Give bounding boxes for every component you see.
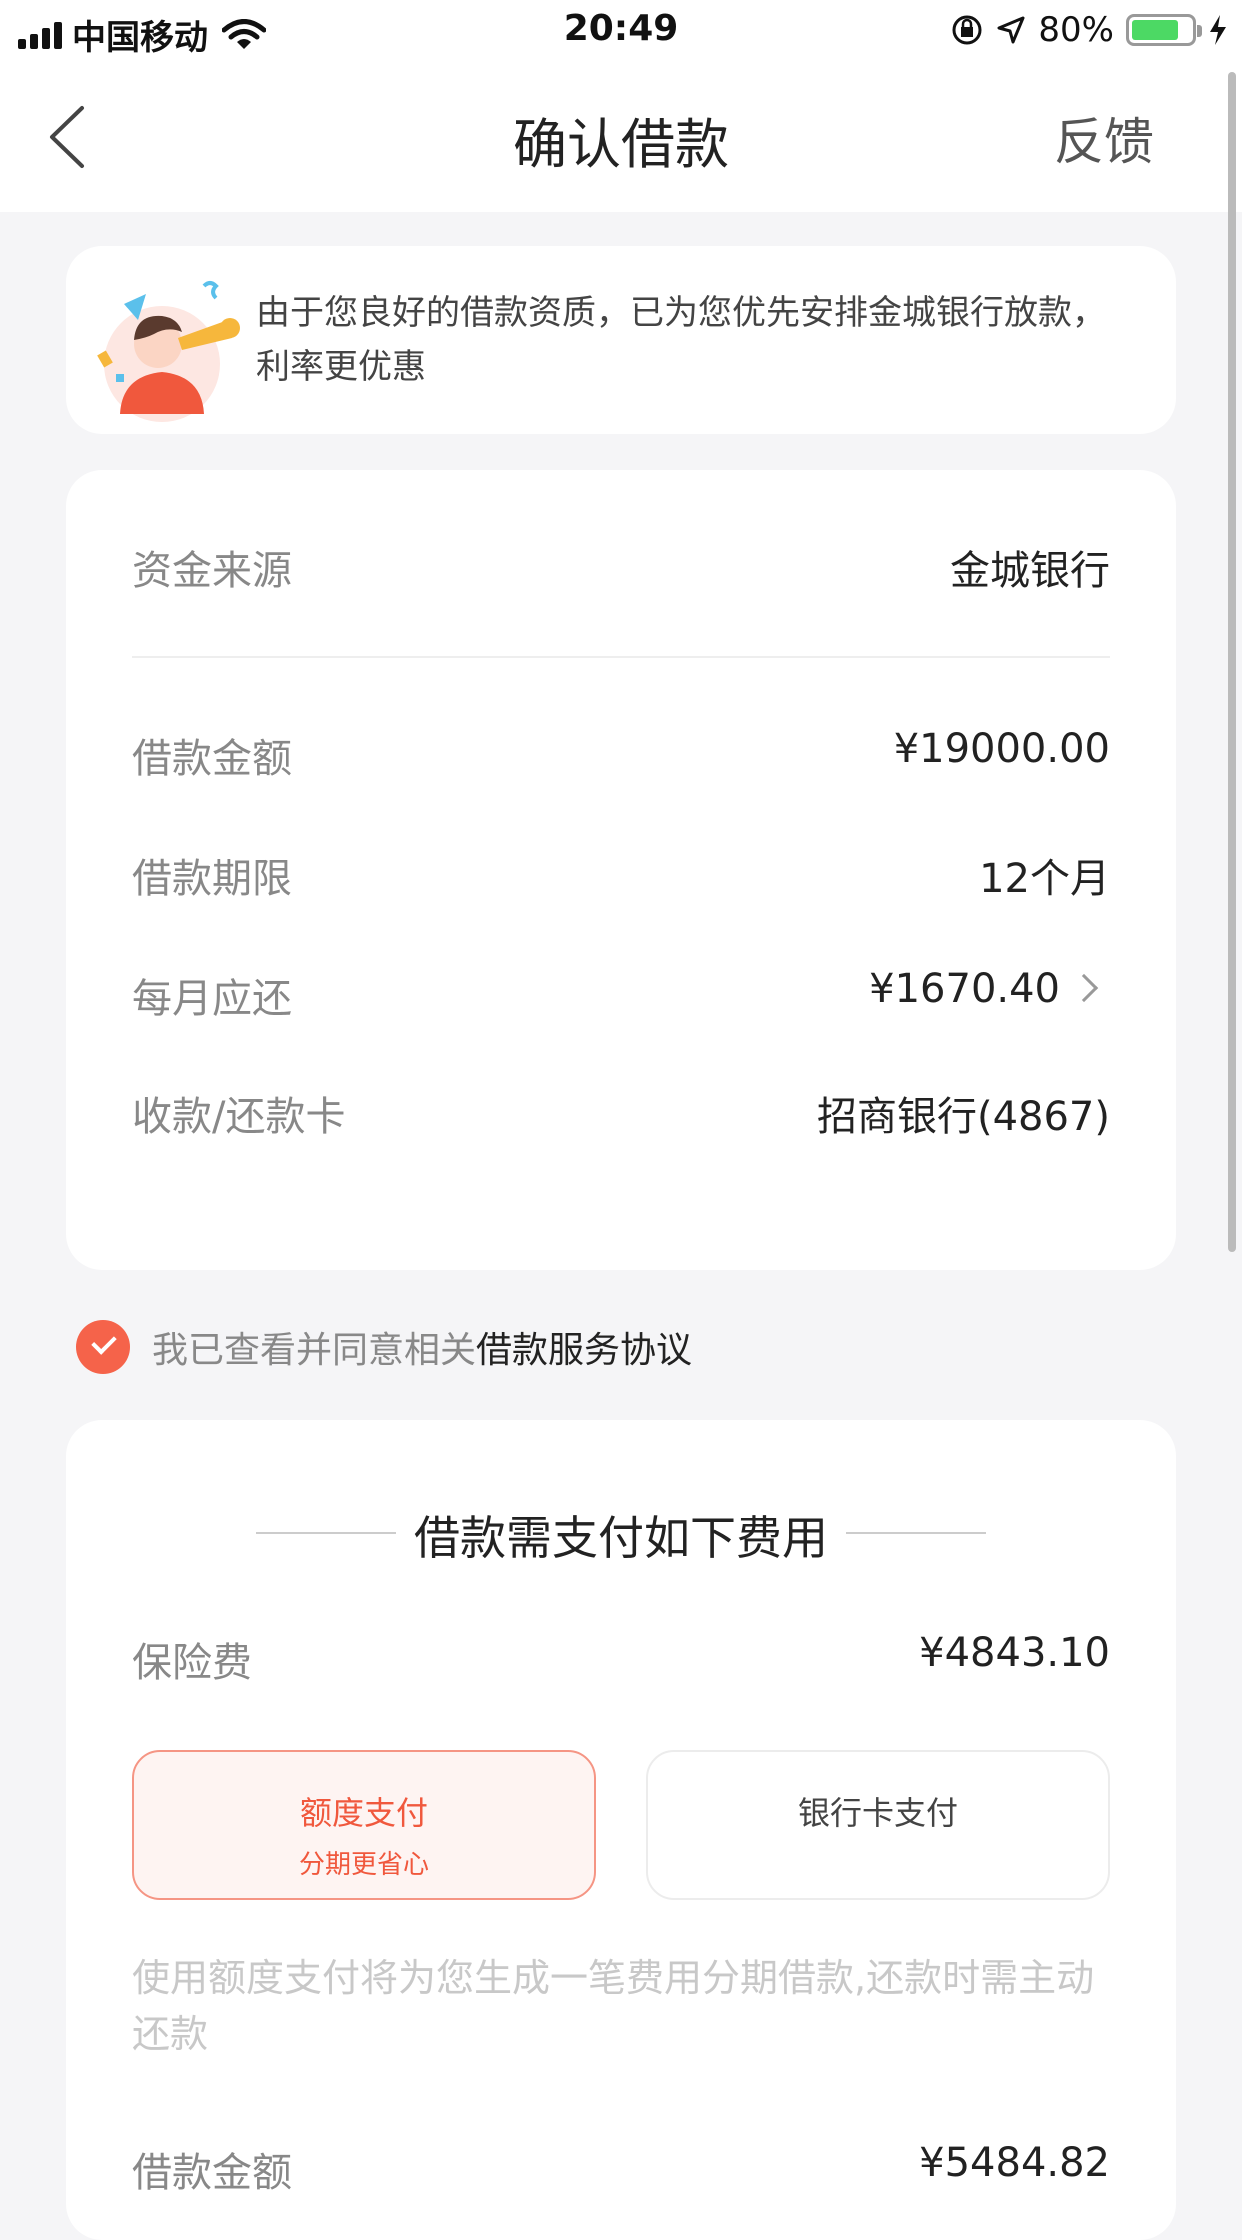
monthly-repayment-value: ¥1670.40 [869,966,1060,1012]
location-icon [997,16,1025,44]
fee-loan-amount-row: 借款金额 ¥5484.82 [132,2140,1110,2200]
agreement-row: 我已查看并同意相关 借款服务协议 [76,1320,692,1374]
charging-icon [1210,15,1226,45]
monthly-repayment-row[interactable]: 每月应还 ¥1670.40 [132,966,1110,1026]
fund-source-label: 资金来源 [132,548,292,594]
credit-pay-subtitle: 分期更省心 [298,1850,429,1880]
loan-amount-value: ¥19000.00 [893,726,1110,772]
fee-loan-amount-label: 借款金额 [132,2150,292,2196]
battery-percent: 80% [1038,10,1114,50]
loan-term-value: 12个月 [979,856,1110,902]
chevron-right-icon [1069,973,1099,1003]
status-bar: 中国移动 20:49 80% [0,0,1242,62]
credit-pay-option[interactable]: 额度支付 分期更省心 [132,1750,596,1900]
agreement-link[interactable]: 借款服务协议 [476,1321,692,1373]
fee-title: 借款需支付如下费用 [256,1502,986,1568]
bank-pay-label: 银行卡支付 [797,1794,958,1832]
feedback-button[interactable]: 反馈 [1054,102,1154,174]
fund-source-value: 金城银行 [950,548,1110,594]
status-right: 80% [950,10,1228,50]
fee-loan-amount-value: ¥5484.82 [919,2140,1110,2186]
bank-card-row: 收款/还款卡 招商银行(4867) [132,1084,1110,1144]
agreement-checkbox[interactable] [76,1320,130,1374]
fee-card: 借款需支付如下费用 保险费 ¥4843.10 额度支付 分期更省心 银行卡支付 … [66,1420,1176,2240]
loan-term-row: 借款期限 12个月 [132,846,1110,906]
loan-amount-label: 借款金额 [132,736,292,782]
agreement-text: 我已查看并同意相关 [152,1330,477,1371]
credit-pay-label: 额度支付 [299,1794,428,1832]
insurance-value: ¥4843.10 [919,1630,1110,1676]
rotation-lock-icon [952,15,982,45]
fee-title-wrap: 借款需支付如下费用 [66,1502,1176,1568]
insurance-row: 保险费 ¥4843.10 [132,1630,1110,1690]
notice-text: 由于您良好的借款资质，已为您优先安排金城银行放款，利率更优惠 [256,293,1106,387]
insurance-label: 保险费 [132,1640,252,1686]
battery-icon [1126,14,1202,46]
monthly-repayment-label: 每月应还 [132,976,292,1022]
monthly-repayment-value-wrap[interactable]: ¥1670.40 [869,966,1099,1012]
loan-term-label: 借款期限 [132,856,292,902]
bank-pay-option[interactable]: 银行卡支付 [646,1750,1110,1900]
fund-source-row: 资金来源 金城银行 [132,538,1110,598]
divider [132,656,1110,658]
bank-card-label: 收款/还款卡 [132,1094,346,1140]
scrollbar[interactable] [1228,72,1236,1252]
celebration-avatar-icon [97,281,240,422]
nav-bar: 确认借款 反馈 [0,62,1242,212]
bank-card-value: 招商银行(4867) [816,1094,1110,1140]
loan-info-card: 资金来源 金城银行 借款金额 ¥19000.00 借款期限 12个月 每月应还 … [66,470,1176,1270]
notice-card: 由于您良好的借款资质，已为您优先安排金城银行放款，利率更优惠 [66,246,1176,434]
fee-note: 使用额度支付将为您生成一笔费用分期借款,还款时需主动还款 [132,1956,1095,2056]
loan-amount-row: 借款金额 ¥19000.00 [132,726,1110,786]
